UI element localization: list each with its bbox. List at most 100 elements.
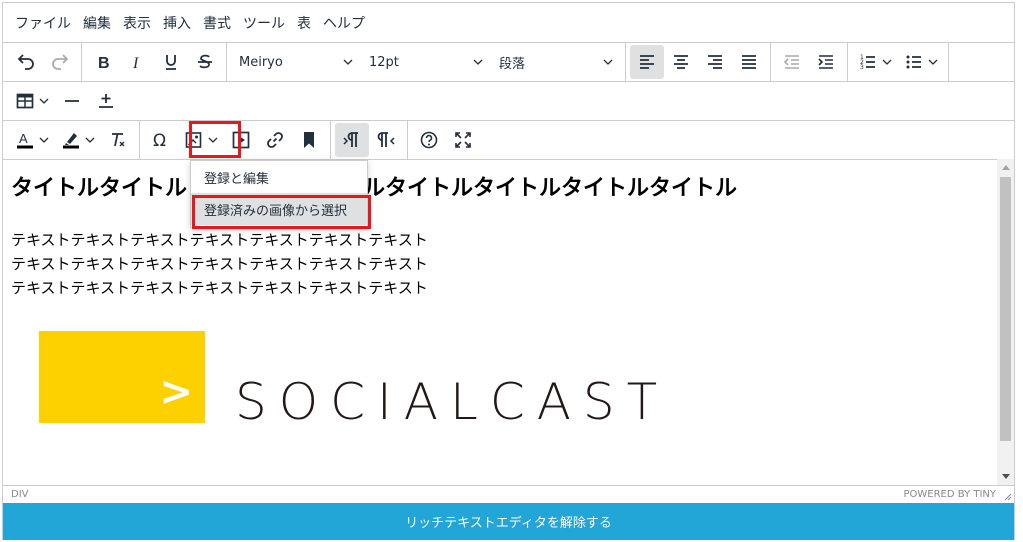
horizontal-rule-button[interactable] — [55, 84, 89, 118]
indent-group — [771, 43, 848, 81]
chevron-down-icon — [928, 59, 938, 65]
link-button[interactable] — [258, 123, 292, 157]
fullscreen-button[interactable] — [446, 123, 480, 157]
scroll-up-icon[interactable] — [1002, 165, 1010, 170]
menu-item-register-edit[interactable]: 登録と編集 — [191, 161, 367, 193]
paragraph-line: テキストテキストテキストテキストテキストテキストテキスト — [11, 255, 428, 273]
align-left-button[interactable] — [630, 45, 664, 79]
format-group: B I — [82, 43, 227, 81]
toolbar-row-3: A Ω — [3, 121, 1014, 160]
font-family-select[interactable]: Meiryo — [231, 45, 361, 79]
scroll-down-icon[interactable] — [1002, 474, 1010, 479]
strikethrough-button[interactable] — [188, 45, 222, 79]
redo-button[interactable] — [43, 45, 77, 79]
font-size-select[interactable]: 12pt — [361, 45, 491, 79]
menu-view[interactable]: 表示 — [117, 13, 157, 33]
chevron-down-icon — [39, 137, 49, 143]
svg-text:B: B — [98, 55, 110, 72]
help-button[interactable] — [412, 123, 446, 157]
scroll-thumb[interactable] — [1000, 177, 1011, 441]
menu-edit[interactable]: 編集 — [77, 13, 117, 33]
image-icon — [185, 132, 202, 148]
clear-format-icon — [112, 133, 125, 147]
indent-button[interactable] — [809, 45, 843, 79]
clear-format-button[interactable] — [101, 123, 135, 157]
bold-button[interactable]: B — [86, 45, 120, 79]
image-button[interactable] — [178, 123, 224, 157]
color-group: A — [5, 121, 140, 159]
menu-tools[interactable]: ツール — [237, 13, 291, 33]
justify-icon — [742, 55, 756, 69]
justify-button[interactable] — [732, 45, 766, 79]
paragraph-line: テキストテキストテキストテキストテキストテキストテキスト — [11, 279, 428, 297]
paragraph-line: テキストテキストテキストテキストテキストテキストテキスト — [11, 231, 428, 249]
element-path[interactable]: DIV — [11, 489, 29, 500]
chevron-down-icon — [473, 59, 483, 65]
fullscreen-icon — [455, 132, 471, 148]
align-right-button[interactable] — [698, 45, 732, 79]
disable-rich-editor-button[interactable]: リッチテキストエディタを解除する — [3, 503, 1014, 540]
help-icon — [420, 131, 438, 149]
disable-rich-editor-label: リッチテキストエディタを解除する — [405, 516, 612, 531]
content-paragraph: テキストテキストテキストテキストテキストテキストテキスト テキストテキストテキス… — [11, 228, 989, 300]
direction-group — [331, 121, 408, 159]
align-right-icon — [708, 55, 722, 69]
italic-icon: I — [132, 55, 139, 72]
italic-button[interactable]: I — [120, 45, 154, 79]
svg-text:I: I — [132, 55, 139, 72]
align-group — [626, 43, 771, 81]
align-center-button[interactable] — [664, 45, 698, 79]
svg-text:A: A — [19, 131, 28, 146]
media-button[interactable] — [224, 123, 258, 157]
block-format-value: 段落 — [499, 56, 526, 72]
list-group: 123 — [848, 43, 949, 81]
menu-item-select-registered[interactable]: 登録済みの画像から選択 — [191, 193, 367, 225]
rtl-button[interactable] — [369, 123, 403, 157]
special-char-button[interactable]: Ω — [144, 123, 178, 157]
media-icon — [232, 131, 250, 149]
align-left-icon — [640, 55, 654, 69]
strikethrough-icon — [198, 54, 212, 69]
logo-mark: > — [39, 331, 205, 423]
undo-button[interactable] — [9, 45, 43, 79]
rtl-icon — [377, 132, 395, 147]
text-color-button[interactable]: A — [9, 123, 55, 157]
insert-below-button[interactable] — [89, 84, 123, 118]
numbered-list-button[interactable]: 123 — [852, 45, 898, 79]
content-heading: タイトルタイトル ルタイトルタイトルタイトルタイトル — [11, 170, 989, 202]
text-color-icon: A — [17, 131, 33, 149]
highlight-button[interactable] — [55, 123, 101, 157]
align-center-icon — [674, 55, 688, 69]
bullet-list-icon — [906, 55, 921, 69]
chevron-down-icon — [208, 137, 218, 143]
chevron-down-icon — [85, 137, 95, 143]
toolbar-row-2 — [3, 82, 1014, 121]
image-dropdown-menu: 登録と編集 登録済みの画像から選択 — [190, 160, 368, 228]
logo-text: SOCIALCAST — [235, 373, 670, 431]
chevron-down-icon — [882, 59, 892, 65]
resize-handle-icon[interactable] — [1004, 493, 1012, 501]
editor-content[interactable]: タイトルタイトル ルタイトルタイトルタイトルタイトル テキストテキストテキストテキ… — [3, 159, 997, 485]
underline-button[interactable] — [154, 45, 188, 79]
menu-table[interactable]: 表 — [291, 13, 317, 33]
outdent-button[interactable] — [775, 45, 809, 79]
powered-by-link[interactable]: POWERED BY TINY — [904, 489, 997, 500]
ltr-button[interactable] — [335, 123, 369, 157]
statusbar: DIV POWERED BY TINY — [3, 485, 1014, 503]
block-format-select[interactable]: 段落 — [491, 45, 621, 79]
chevron-down-icon — [603, 59, 613, 65]
menu-format[interactable]: 書式 — [197, 13, 237, 33]
bullet-list-button[interactable] — [898, 45, 944, 79]
table-button[interactable] — [9, 84, 55, 118]
bookmark-button[interactable] — [292, 123, 326, 157]
indent-icon — [818, 55, 833, 69]
numbered-list-icon: 123 — [860, 54, 875, 71]
ltr-icon — [343, 132, 358, 147]
svg-text:Ω: Ω — [153, 131, 166, 150]
menu-help[interactable]: ヘルプ — [317, 13, 371, 33]
table-icon — [16, 93, 34, 109]
menu-file[interactable]: ファイル — [9, 13, 77, 33]
menu-insert[interactable]: 挿入 — [157, 13, 197, 33]
content-scrollbar[interactable] — [997, 159, 1014, 485]
history-group — [5, 43, 82, 81]
